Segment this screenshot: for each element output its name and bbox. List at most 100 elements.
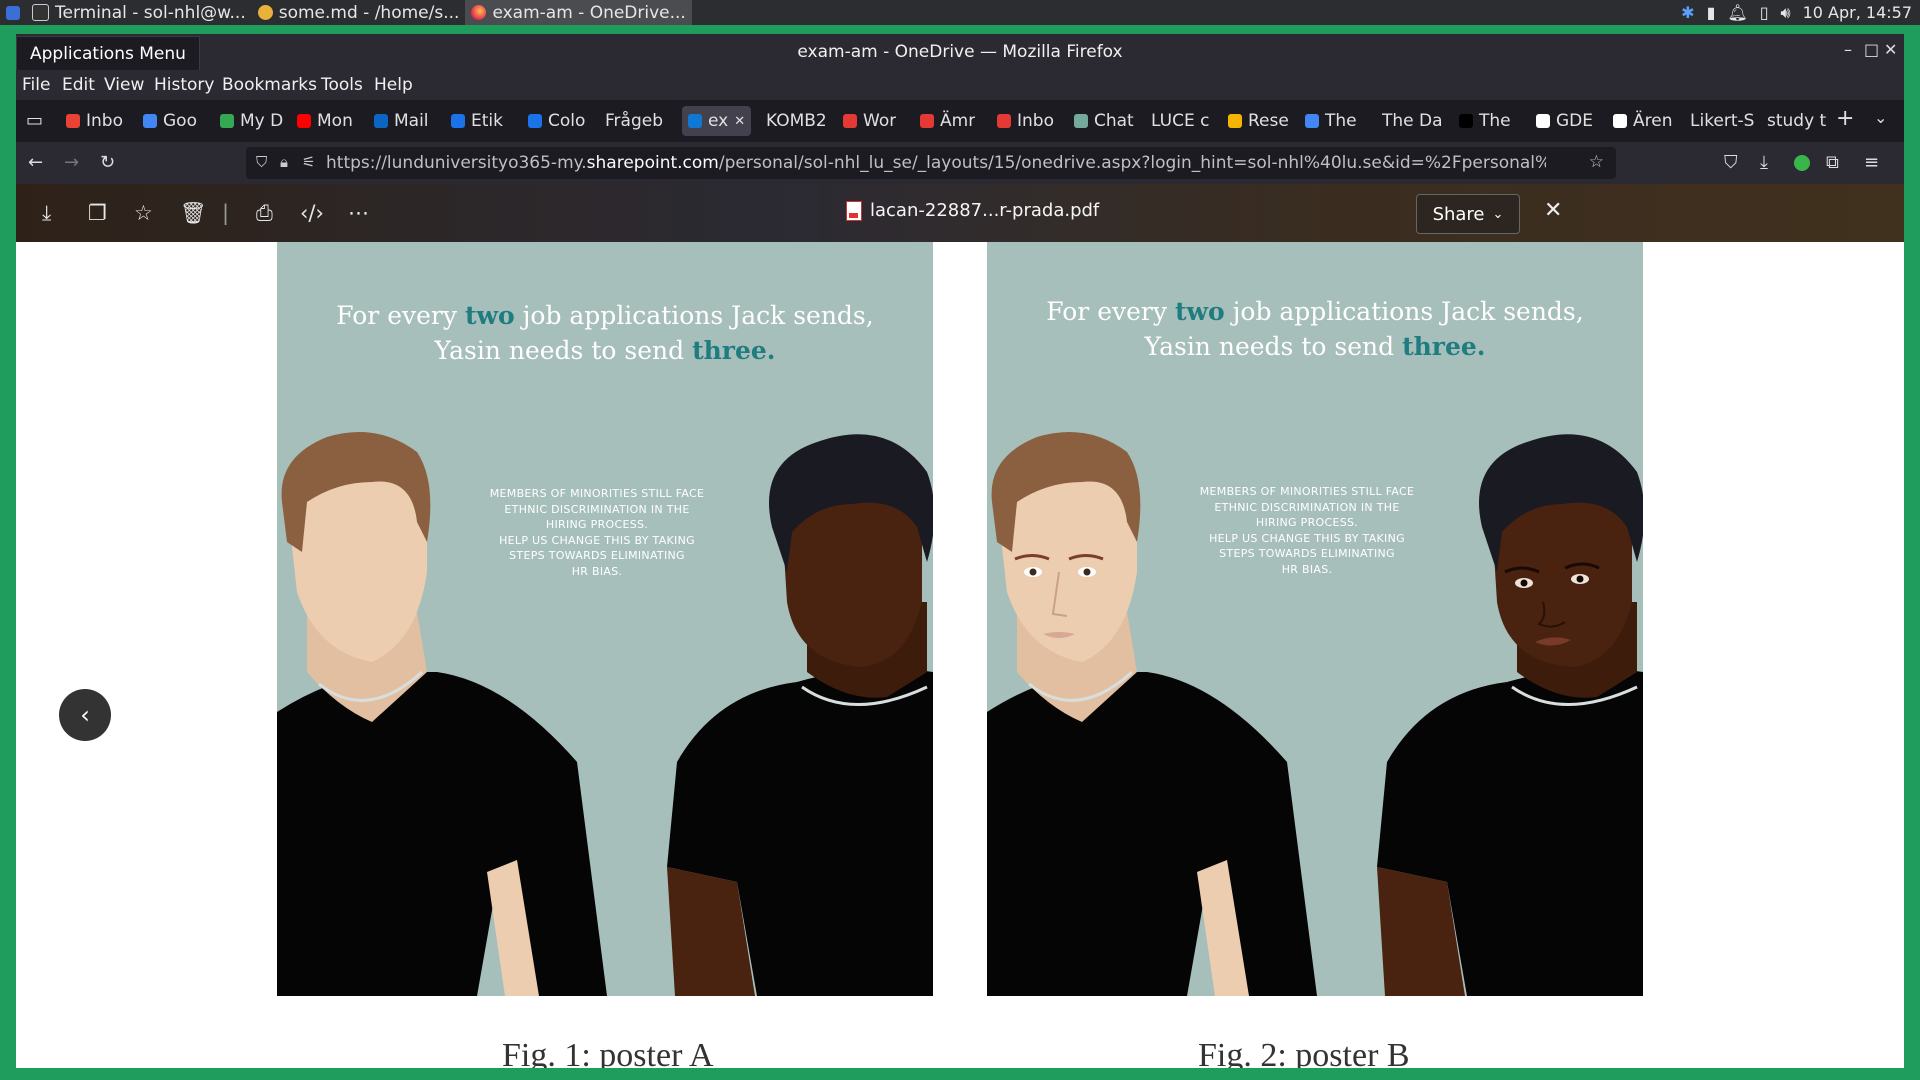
poster-a: For every two job applications Jack send…	[277, 242, 933, 996]
tab-favicon-icon	[66, 114, 80, 128]
notification-bell-icon[interactable]: 🔔︎	[1727, 3, 1747, 22]
volume-icon[interactable]: 🔊︎	[1781, 3, 1791, 23]
tab-favicon-icon	[1459, 114, 1473, 128]
browser-tab[interactable]: The Da	[1382, 106, 1443, 136]
battery-icon[interactable]: ▯	[1760, 3, 1769, 22]
browser-tab[interactable]: Inbo	[66, 106, 123, 136]
menu-view[interactable]: View	[104, 75, 144, 95]
previous-page-button[interactable]: ‹	[59, 689, 111, 741]
tab-label: The Da	[1382, 111, 1443, 131]
browser-tab[interactable]: The	[1305, 106, 1357, 136]
tab-favicon-icon	[920, 114, 934, 128]
browser-tab[interactable]: KOMB2	[766, 106, 827, 136]
menu-help[interactable]: Help	[374, 75, 413, 95]
bluetooth-icon[interactable]: ✱	[1681, 3, 1694, 22]
download-icon[interactable]: ⤓	[42, 201, 51, 226]
lock-icon[interactable]: 🔒︎	[280, 153, 288, 171]
tab-label: Likert-S	[1690, 111, 1755, 131]
browser-tab[interactable]: Inbo	[997, 106, 1054, 136]
browser-tab[interactable]: Ämr	[920, 106, 975, 136]
tab-list-chevron-icon[interactable]: ⌄	[1874, 108, 1887, 127]
start-menu-icon[interactable]	[6, 5, 20, 20]
browser-tab[interactable]: LUCE c	[1151, 106, 1209, 136]
taskbar-app-editor[interactable]: some.md - /home/s...	[252, 0, 466, 25]
close-viewer-icon[interactable]: ✕	[1544, 198, 1562, 223]
copy-icon[interactable]: ❐	[88, 201, 107, 225]
browser-tab[interactable]: The	[1459, 106, 1511, 136]
menu-history[interactable]: History	[154, 75, 214, 95]
embed-code-icon[interactable]: ‹/›	[300, 201, 324, 225]
browser-tab[interactable]: Mail	[374, 106, 429, 136]
tab-bar: ▭ Inbo Goo My D Mon Mail Etik Colo Frågeb ex ✕ KOM…	[16, 100, 1904, 142]
menu-tools[interactable]: Tools	[321, 75, 363, 95]
browser-tab[interactable]: ex ✕	[682, 106, 752, 136]
more-options-icon[interactable]: ⋯	[348, 201, 369, 225]
browser-tab[interactable]: Colo	[528, 106, 585, 136]
taskbar-app-firefox[interactable]: exam-am - OneDrive...	[465, 0, 692, 25]
tab-favicon-icon	[374, 114, 388, 128]
tab-label: Rese	[1248, 111, 1289, 131]
jack-shirt	[987, 671, 1317, 996]
terminal-icon	[32, 4, 49, 21]
tab-label: The	[1479, 111, 1511, 131]
extensions-puzzle-icon[interactable]: ⧉	[1826, 152, 1839, 173]
poster-illustration	[277, 432, 933, 996]
browser-tab[interactable]: Wor	[843, 106, 896, 136]
browser-tab[interactable]: Frågeb	[605, 106, 663, 136]
pdf-filename: lacan-22887...r-prada.pdf	[846, 200, 1099, 221]
browser-tab[interactable]: Chat	[1074, 106, 1134, 136]
close-window-button[interactable]: ✕	[1884, 40, 1897, 59]
applications-menu-tooltip: Applications Menu	[16, 36, 200, 72]
tab-label: Mail	[394, 111, 429, 131]
taskbar-app-label: some.md - /home/s...	[278, 2, 460, 23]
url-bar[interactable]: ⛉ 🔒︎ ⚟ https://lunduniversityo365-my.sha…	[246, 147, 1616, 179]
forward-button[interactable]: →	[64, 152, 79, 173]
url-domain: sharepoint.com	[586, 153, 719, 173]
browser-tab[interactable]: Ären	[1613, 106, 1672, 136]
tab-favicon-icon	[143, 114, 157, 128]
browser-tab[interactable]: study t	[1767, 106, 1826, 136]
chevron-left-icon: ‹	[80, 701, 90, 729]
extension-green-icon[interactable]	[1794, 155, 1810, 171]
tracking-shield-icon[interactable]: ⛉	[256, 153, 267, 171]
hamburger-menu-icon[interactable]: ≡	[1864, 152, 1879, 173]
browser-tab[interactable]: Rese	[1228, 106, 1289, 136]
back-button[interactable]: ←	[28, 152, 43, 173]
clock[interactable]: 10 Apr, 14:57	[1803, 3, 1912, 22]
reload-button[interactable]: ↻	[100, 152, 115, 173]
print-icon[interactable]: ⎙	[256, 201, 273, 226]
downloads-icon[interactable]: ⤓	[1760, 152, 1768, 173]
tab-label: Wor	[863, 111, 897, 131]
menu-file[interactable]: File	[22, 75, 50, 95]
chevron-down-icon: ⌄	[1492, 206, 1504, 222]
new-tab-button[interactable]: +	[1836, 106, 1854, 131]
tab-favicon-icon	[1074, 114, 1088, 128]
delete-trash-icon[interactable]: 🗑︎	[180, 201, 207, 226]
browser-tab[interactable]: GDE	[1536, 106, 1593, 136]
tab-label: ex	[708, 111, 729, 131]
browser-tab[interactable]: Likert-S	[1690, 106, 1754, 136]
permissions-icon[interactable]: ⚟	[302, 153, 315, 171]
browser-tab[interactable]: Etik	[451, 106, 503, 136]
tab-overview-icon[interactable]: ▭	[26, 110, 43, 131]
yasin-right-pupil	[1576, 575, 1584, 583]
bookmark-star-icon[interactable]: ☆	[1589, 152, 1604, 172]
menu-edit[interactable]: Edit	[62, 75, 95, 95]
browser-tab[interactable]: Goo	[143, 106, 197, 136]
menu-bookmarks[interactable]: Bookmarks	[222, 75, 317, 95]
tab-label: Goo	[163, 111, 197, 131]
share-button[interactable]: Share ⌄	[1416, 194, 1520, 234]
url-text[interactable]: https://lunduniversityo365-my.sharepoint…	[326, 153, 1546, 173]
minimize-button[interactable]: –	[1844, 40, 1852, 59]
pdf-file-icon	[846, 200, 862, 221]
maximize-button[interactable]: □	[1864, 40, 1879, 59]
browser-tab[interactable]: My D	[220, 106, 283, 136]
favorite-star-icon[interactable]: ☆	[134, 201, 153, 225]
close-tab-icon[interactable]: ✕	[734, 114, 745, 129]
tab-label: GDE	[1556, 111, 1594, 131]
browser-tab[interactable]: Mon	[297, 106, 353, 136]
taskbar-app-terminal[interactable]: Terminal - sol-nhl@w...	[26, 0, 252, 25]
signal-icon[interactable]: ▮	[1707, 3, 1716, 22]
yasin-left-pupil	[1520, 579, 1528, 587]
pocket-icon[interactable]: ⛉	[1724, 152, 1738, 173]
